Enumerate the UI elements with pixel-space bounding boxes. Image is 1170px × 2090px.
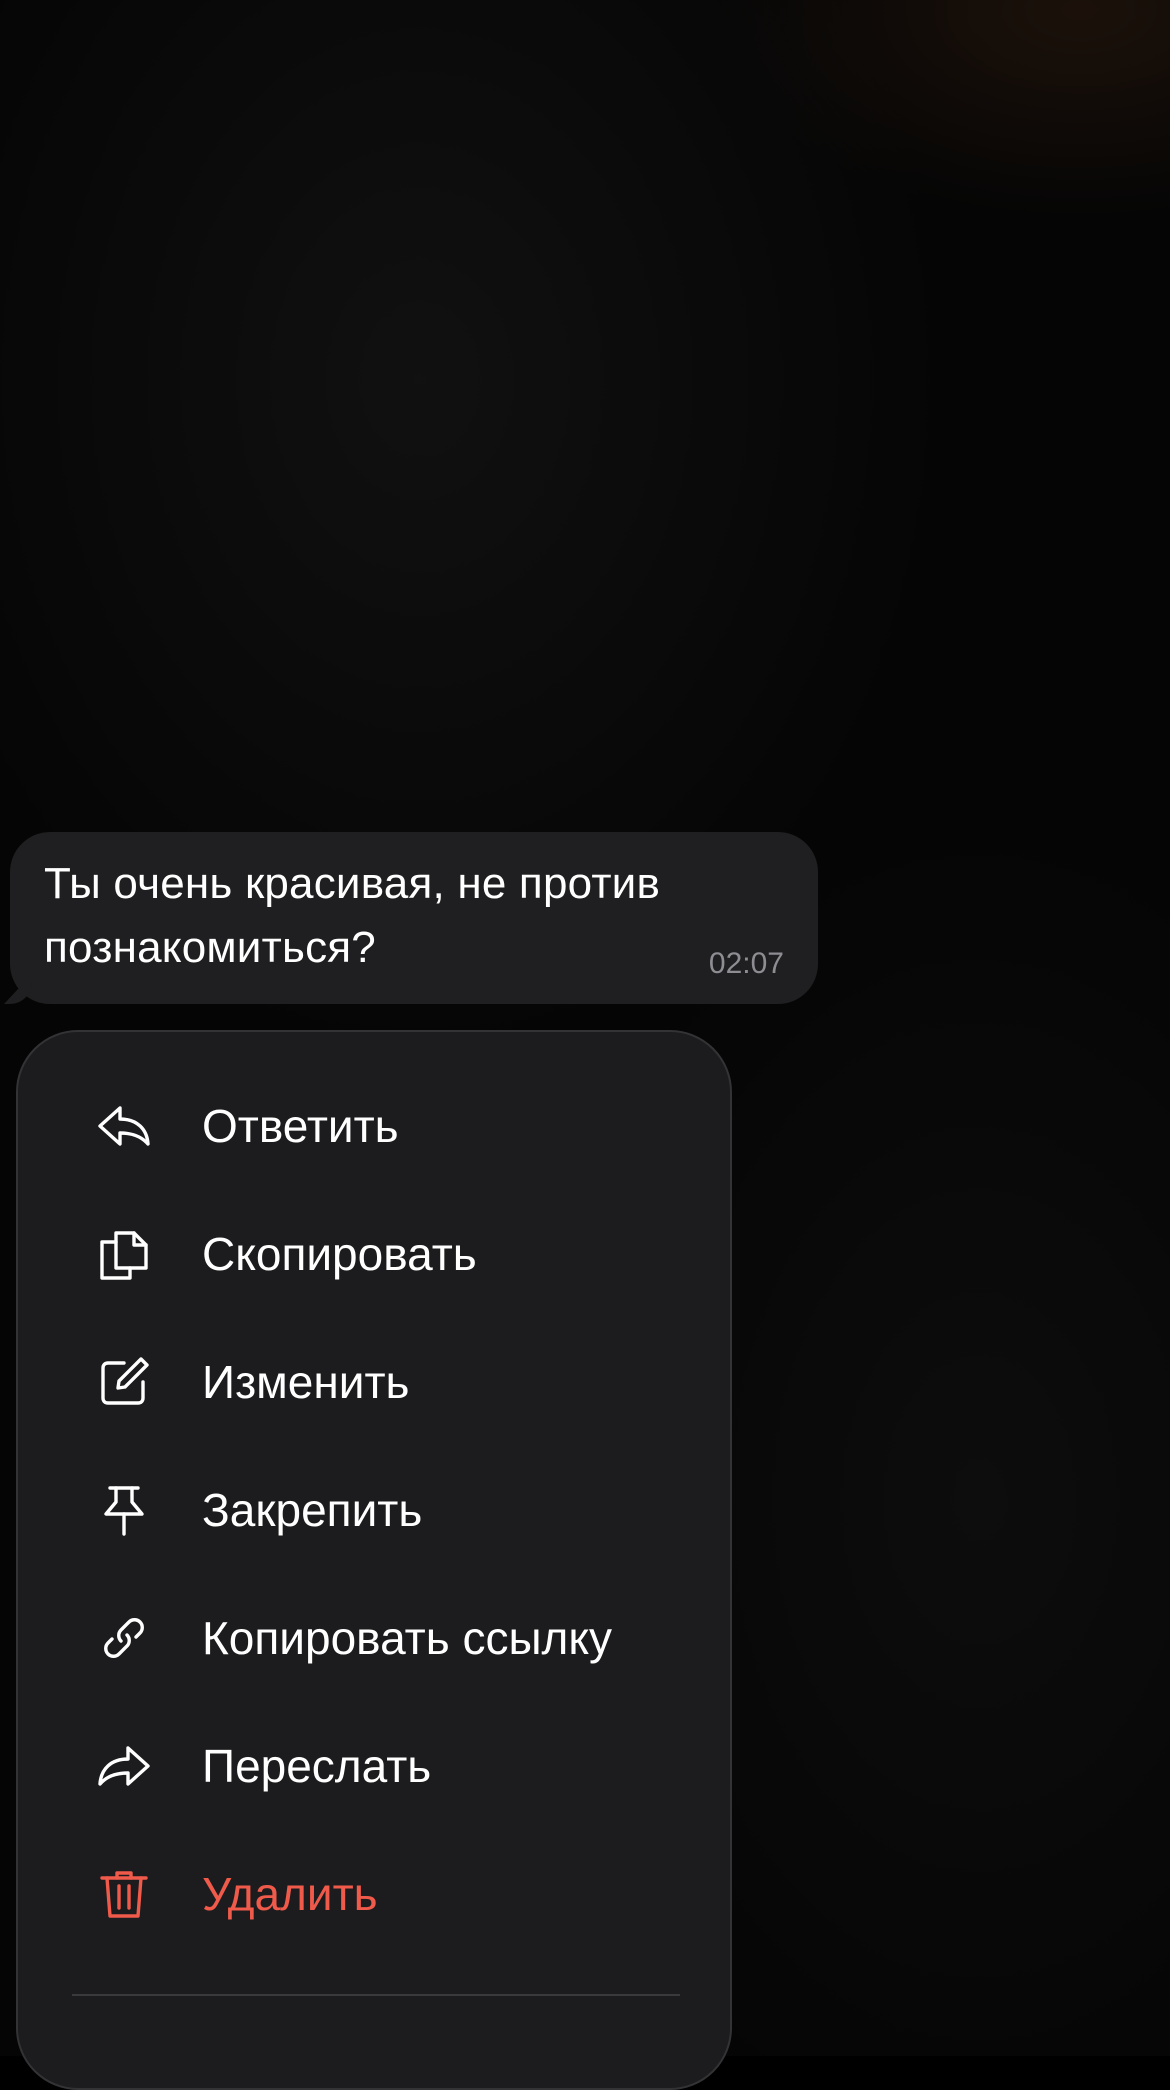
message-context-menu: Ответить Скопировать Изменить Закрепить … — [16, 1030, 732, 2090]
message-text: Ты очень красивая, не против познакомить… — [44, 859, 661, 972]
menu-item-label: Ответить — [202, 1100, 399, 1152]
edit-icon — [94, 1352, 154, 1412]
message-timestamp: 02:07 — [708, 947, 784, 980]
menu-item-label: Изменить — [202, 1356, 410, 1408]
message-bubble[interactable]: Ты очень красивая, не против познакомить… — [4, 832, 818, 1004]
reply-icon — [94, 1096, 154, 1156]
menu-item-pin[interactable]: Закрепить — [18, 1446, 730, 1574]
forward-icon — [94, 1736, 154, 1796]
trash-icon — [94, 1864, 154, 1924]
menu-item-delete[interactable]: Удалить — [18, 1830, 730, 1958]
menu-item-edit[interactable]: Изменить — [18, 1318, 730, 1446]
context-menu-list: Ответить Скопировать Изменить Закрепить … — [18, 1062, 730, 1958]
menu-divider — [72, 1994, 680, 1996]
menu-item-reply[interactable]: Ответить — [18, 1062, 730, 1190]
menu-item-label: Переслать — [202, 1740, 432, 1792]
menu-item-copy-link[interactable]: Копировать ссылку — [18, 1574, 730, 1702]
copy-icon — [94, 1224, 154, 1284]
menu-item-copy[interactable]: Скопировать — [18, 1190, 730, 1318]
pin-icon — [94, 1480, 154, 1540]
menu-item-label: Удалить — [202, 1868, 378, 1920]
menu-item-label: Закрепить — [202, 1484, 423, 1536]
menu-item-forward[interactable]: Переслать — [18, 1702, 730, 1830]
menu-item-label: Скопировать — [202, 1228, 477, 1280]
link-icon — [94, 1608, 154, 1668]
menu-item-label: Копировать ссылку — [202, 1612, 613, 1664]
